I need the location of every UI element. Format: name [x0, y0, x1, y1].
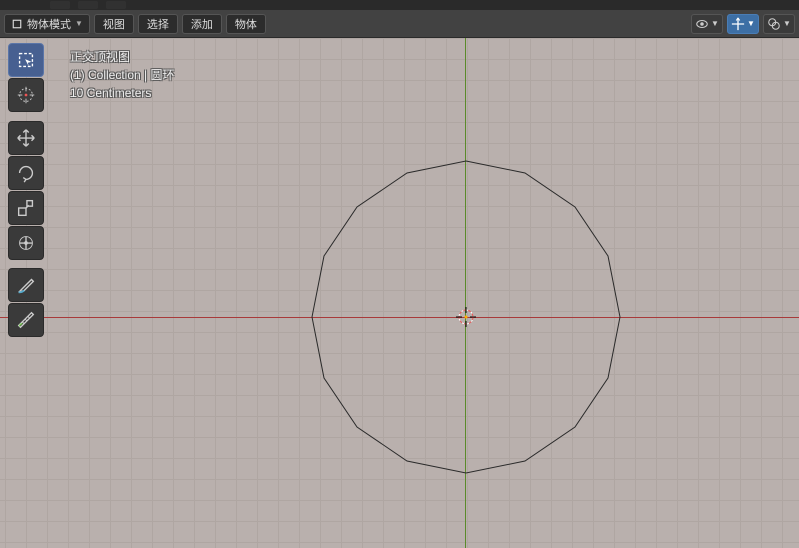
chevron-down-icon: ▼	[75, 19, 83, 28]
collection-path: (1) Collection | 圆环	[70, 66, 174, 84]
header-bar: 物体模式 ▼ 视图 选择 添加 物体 ▼ ▼ ▼	[0, 10, 799, 38]
tool-annotate[interactable]	[8, 268, 44, 302]
transform-icon	[15, 232, 37, 254]
tool-transform[interactable]	[8, 226, 44, 260]
tool-cursor[interactable]	[8, 78, 44, 112]
tool-shelf-mid	[8, 121, 44, 260]
gizmo-dropdown[interactable]: ▼	[727, 14, 759, 34]
measure-icon	[15, 309, 37, 331]
overlays-icon	[767, 17, 781, 31]
select-box-icon	[15, 49, 37, 71]
view-name: 正交顶视图	[70, 48, 174, 66]
header-right: ▼ ▼ ▼	[691, 14, 795, 34]
eye-icon	[695, 17, 709, 31]
gizmo-icon	[731, 17, 745, 31]
viewport-3d[interactable]: 正交顶视图 (1) Collection | 圆环 10 Centimeters	[0, 38, 799, 548]
menu-view[interactable]: 视图	[94, 14, 134, 34]
tool-shelf-bottom	[8, 268, 44, 337]
viewport-overlay-text: 正交顶视图 (1) Collection | 圆环 10 Centimeters	[70, 48, 174, 102]
cursor-icon	[15, 84, 37, 106]
menu-select[interactable]: 选择	[138, 14, 178, 34]
scale-icon	[15, 197, 37, 219]
scale-label: 10 Centimeters	[70, 84, 174, 102]
tool-scale[interactable]	[8, 191, 44, 225]
circle-object[interactable]	[311, 160, 621, 474]
top-strip	[0, 0, 799, 10]
move-icon	[15, 127, 37, 149]
overlays-dropdown[interactable]: ▼	[763, 14, 795, 34]
mode-selector[interactable]: 物体模式 ▼	[4, 14, 90, 34]
visibility-dropdown[interactable]: ▼	[691, 14, 723, 34]
tool-select-box[interactable]	[8, 43, 44, 77]
menu-object[interactable]: 物体	[226, 14, 266, 34]
tool-measure[interactable]	[8, 303, 44, 337]
rotate-icon	[15, 162, 37, 184]
mode-label: 物体模式	[27, 16, 71, 32]
object-mode-icon	[11, 18, 23, 30]
annotate-icon	[15, 274, 37, 296]
menu-add[interactable]: 添加	[182, 14, 222, 34]
tool-rotate[interactable]	[8, 156, 44, 190]
tool-move[interactable]	[8, 121, 44, 155]
tool-shelf-top	[8, 43, 44, 112]
